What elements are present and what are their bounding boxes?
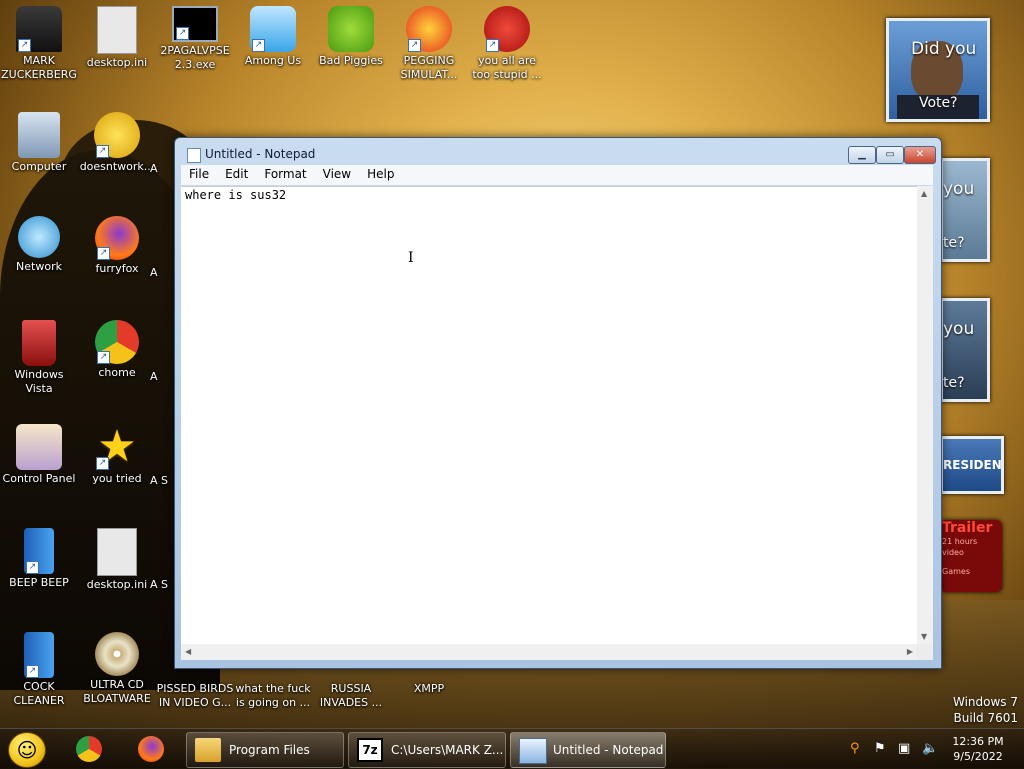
folder-icon [195, 738, 221, 762]
desktop-icon-what-the[interactable]: what the fuck is going on ... [234, 682, 312, 710]
menu-edit[interactable]: Edit [217, 165, 256, 181]
blue-file-icon: ↗ [24, 528, 54, 574]
desktop-icon-desktop-ini[interactable]: desktop.ini [78, 6, 156, 70]
blue-file-icon: ↗ [24, 632, 54, 678]
horizontal-scrollbar[interactable]: ◀ ▶ [181, 644, 917, 660]
taskbar: ☺ Program Files 7z C:\Users\MARK Z... Un… [0, 728, 1024, 769]
devcpp-icon: ↗ [484, 6, 530, 52]
desktop-icon-cock-cleaner[interactable]: ↗ COCK CLEANER [0, 632, 78, 708]
scroll-right-icon[interactable]: ▶ [907, 647, 913, 656]
vote-gadget-2[interactable]: you te? [940, 158, 990, 262]
desktop-icon-doesntwork[interactable]: ↗ doesntwork... [78, 112, 156, 174]
maximize-button[interactable]: ▭ [876, 146, 904, 164]
desktop-icon-chome[interactable]: ↗ chome [78, 320, 156, 380]
cd-icon [95, 632, 139, 676]
desktop-icon-you-tried[interactable]: ★ ↗ you tried [78, 424, 156, 486]
desktop-icon-windows-vista[interactable]: Windows Vista [0, 320, 78, 396]
chrome-icon: ↗ [95, 320, 139, 364]
network-icon [18, 216, 60, 258]
desktop-icon-among-us[interactable]: ↗ Among Us [234, 6, 312, 68]
trailer-gadget[interactable]: Trailer 21 hours video Games [940, 520, 1002, 592]
desktop-icon-bad-piggies[interactable]: Bad Piggies [312, 6, 390, 68]
control-panel-icon [16, 424, 62, 470]
president-gadget[interactable]: RESIDENT [940, 436, 1004, 494]
start-button[interactable]: ☺ [8, 732, 46, 768]
resize-grip[interactable] [917, 644, 933, 660]
recycle-bin-icon [22, 320, 56, 366]
pig-icon [328, 6, 374, 52]
notepad-window[interactable]: Untitled - Notepad ▁ ▭ ✕ File Edit Format V… [174, 137, 942, 669]
console-icon: ↗ [172, 6, 218, 42]
7zip-icon: 7z [357, 738, 383, 762]
flag-icon[interactable]: ⚑ [874, 729, 886, 769]
yahoo-icon: ↗ [94, 112, 140, 158]
desktop-icon-russia-invades[interactable]: RUSSIA INVADES ... [312, 682, 390, 710]
windows-watermark: Windows 7 Build 7601 [952, 695, 1018, 725]
vote-gadget[interactable]: Did you Vote? [886, 18, 990, 122]
text-cursor-icon: I [408, 250, 414, 266]
desktop-icon-xmpp[interactable]: XMPP [390, 682, 468, 696]
desktop-icon-network[interactable]: Network [0, 216, 78, 274]
p-logo-icon: ↗ [406, 6, 452, 52]
desktop-icon-pegging-simulator[interactable]: ↗ PEGGING SIMULAT... [390, 6, 468, 82]
desktop-icon-desktop-ini-2[interactable]: desktop.ini [78, 528, 156, 592]
window-title: Untitled - Notepad [205, 147, 316, 161]
firefox-icon: ↗ [95, 216, 139, 260]
desktop-icon-mark-zuckerberg[interactable]: ↗ MARK ZUCKERBERG [0, 6, 78, 82]
network-tray-icon[interactable]: ▣ [898, 729, 910, 769]
menu-format[interactable]: Format [256, 165, 314, 181]
settings-file-icon [97, 6, 137, 54]
title-bar[interactable]: Untitled - Notepad ▁ ▭ ✕ [175, 138, 941, 168]
chrome-icon [76, 736, 102, 762]
star-icon: ★ ↗ [96, 421, 137, 472]
desktop-icon-furryfox[interactable]: ↗ furryfox [78, 216, 156, 276]
task-7zip[interactable]: 7z C:\Users\MARK Z... [348, 732, 506, 768]
menu-file[interactable]: File [181, 165, 217, 181]
among-us-icon: ↗ [250, 6, 296, 52]
menu-help[interactable]: Help [359, 165, 402, 181]
desktop-icon-beep-beep[interactable]: ↗ BEEP BEEP [0, 528, 78, 590]
pinned-firefox[interactable] [132, 733, 170, 765]
desktop-icon-ultra-cd-bloatware[interactable]: ULTRA CD BLOATWARE [78, 632, 156, 706]
menu-view[interactable]: View [315, 165, 359, 181]
minimize-button[interactable]: ▁ [848, 146, 876, 164]
task-notepad[interactable]: Untitled - Notepad [510, 732, 666, 768]
scroll-left-icon[interactable]: ◀ [185, 647, 191, 656]
desktop-icon-control-panel[interactable]: Control Panel [0, 424, 78, 486]
settings-file-icon [97, 528, 137, 576]
editor-text: where is sus32 [185, 188, 287, 202]
computer-icon [18, 112, 60, 158]
desktop-icon-devcpp[interactable]: ↗ you all are too stupid ... [468, 6, 546, 82]
notepad-icon [519, 738, 547, 764]
scroll-up-icon[interactable]: ▲ [921, 189, 927, 198]
desktop-icon-computer[interactable]: Computer [0, 112, 78, 174]
task-program-files[interactable]: Program Files [186, 732, 344, 768]
scroll-down-icon[interactable]: ▼ [921, 632, 927, 641]
smiley-icon: ☺ [16, 738, 38, 762]
desktop-icon-2pagalvpse[interactable]: ↗ 2PAGALVPSE 2.3.exe [156, 6, 234, 72]
person-icon: ↗ [16, 6, 62, 52]
menu-bar: File Edit Format View Help [181, 165, 933, 185]
search-icon[interactable]: ⚲ [850, 729, 860, 769]
clock[interactable]: 12:36 PM 9/5/2022 [946, 734, 1010, 764]
volume-icon[interactable]: 🔈 [922, 729, 938, 769]
firefox-icon [138, 736, 164, 762]
desktop-icon-pissed-birds[interactable]: PISSED BIRDS IN VIDEO G... [156, 682, 234, 710]
text-editor[interactable]: where is sus32 [181, 186, 917, 645]
close-button[interactable]: ✕ [904, 146, 936, 164]
notepad-icon [187, 148, 201, 163]
vertical-scrollbar[interactable]: ▲ ▼ [917, 186, 933, 644]
pinned-chrome[interactable] [70, 733, 108, 765]
vote-gadget-3[interactable]: you te? [940, 298, 990, 402]
